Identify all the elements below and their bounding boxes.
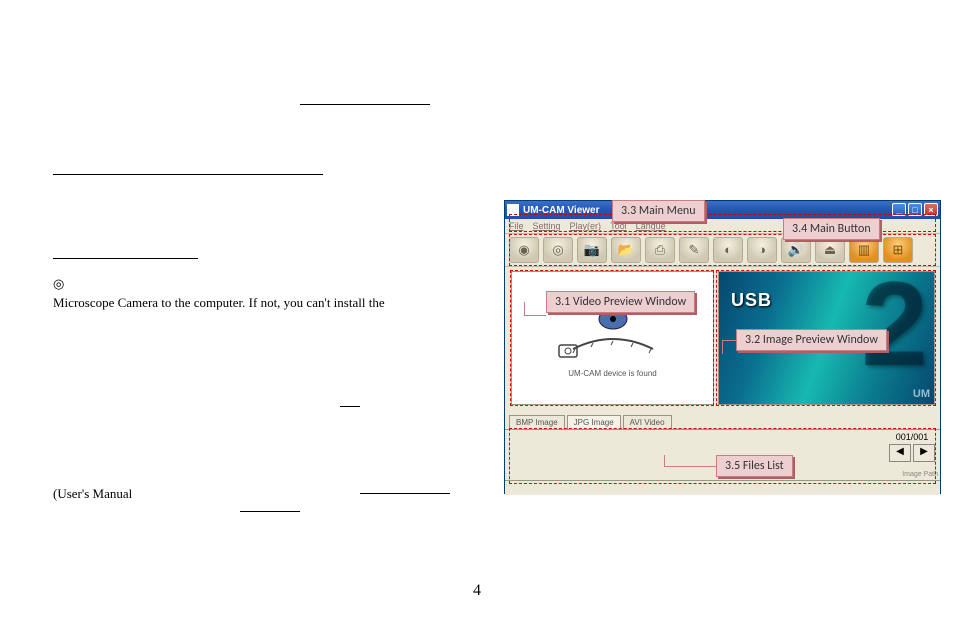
menu-setting[interactable]: Setting [533,221,561,231]
callout-31-leader-h [524,315,546,316]
counter-box: 001/001 ◀ ▶ [886,432,938,462]
menu-file[interactable]: File [509,221,524,231]
video-preview-message: UM-CAM device is found [568,369,656,378]
toolbar-btn-4[interactable]: 📂 [611,237,641,263]
page-counter: 001/001 [886,432,938,442]
page-number: 4 [473,582,481,600]
menu-tool[interactable]: Tool [610,221,627,231]
file-tabs: BMP Image JPG Image AVI Video [509,415,674,429]
toolbar-btn-6[interactable]: ✎ [679,237,709,263]
minimize-button[interactable]: _ [892,203,906,216]
callout-32-leader-h [722,340,736,341]
toolbar-btn-7[interactable]: ◐ [713,237,743,263]
callout-35-leader-h [664,466,716,467]
image-preview-usb-text: USB [731,290,772,311]
underline-mid [340,388,360,407]
menu-player[interactable]: Play(er) [570,221,602,231]
titlebar-text: UM-CAM Viewer [523,205,600,216]
image-preview-big-number: 2 [861,271,928,384]
underline-after-manual [240,493,300,512]
callout-34: 3.4 Main Button [783,218,880,240]
callout-33: 3.3 Main Menu [612,200,705,222]
close-button[interactable]: × [924,203,938,216]
toolbar-btn-12[interactable]: ⊞ [883,237,913,263]
callout-32-label: 3.2 Image Preview Window [736,329,887,351]
underline-upper [300,86,430,105]
titlebar: UM-CAM Viewer _ □ × [505,201,940,219]
pager-prev-button[interactable]: ◀ [889,444,911,462]
callout-32-leader-v [722,340,723,354]
callout-35-leader-v [664,455,665,467]
body-text-fragment: Microscope Camera to the computer. If no… [53,294,385,312]
tab-avi[interactable]: AVI Video [623,415,672,429]
image-preview-um-text: UM [913,388,930,400]
toolbar-btn-5[interactable]: ⎙ [645,237,675,263]
toolbar-btn-3[interactable]: 📷 [577,237,607,263]
callout-31-leader-v [524,302,525,316]
toolbar-btn-1[interactable]: ◉ [509,237,539,263]
toolbar-btn-10[interactable]: ⏏ [815,237,845,263]
menu-langue[interactable]: Langue [636,221,666,231]
maximize-button[interactable]: □ [908,203,922,216]
callout-35-label: 3.5 Files List [716,455,793,477]
callout-32: 3.2 Image Preview Window [736,329,887,351]
callout-31-label: 3.1 Video Preview Window [546,291,695,313]
callout-35: 3.5 Files List [716,455,793,477]
note-symbol: ◎ [53,275,64,293]
underline-lower-right [360,475,450,494]
callout-33-label: 3.3 Main Menu [612,200,705,222]
statusbar [505,480,940,495]
tab-jpg[interactable]: JPG Image [567,415,621,429]
callout-34-label: 3.4 Main Button [783,218,880,240]
toolbar-btn-9[interactable]: 🔊 [781,237,811,263]
callout-31: 3.1 Video Preview Window [546,291,695,313]
underline-section [53,156,323,175]
app-icon [507,204,519,216]
image-path-label: Image Path [902,471,938,478]
users-manual-text: (User's Manual [53,485,132,503]
pager-next-button[interactable]: ▶ [913,444,935,462]
toolbar-btn-11[interactable]: ▥ [849,237,879,263]
toolbar-btn-2[interactable]: ◎ [543,237,573,263]
toolbar-btn-8[interactable]: ◑ [747,237,777,263]
underline-sub1 [53,240,198,259]
tab-bmp[interactable]: BMP Image [509,415,565,429]
